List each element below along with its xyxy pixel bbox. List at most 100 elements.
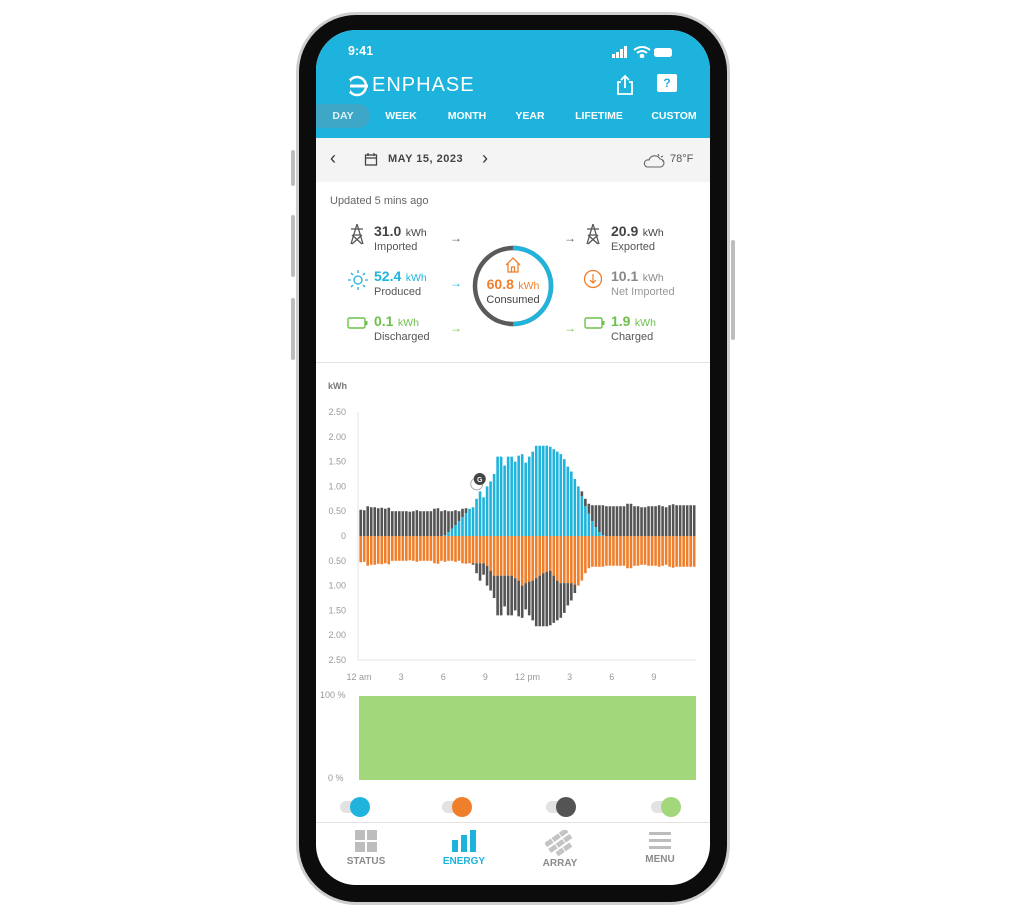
tab-day[interactable]: DAY	[316, 104, 370, 128]
consumed-bar	[510, 536, 513, 576]
imported-bar	[601, 505, 605, 536]
tab-year[interactable]: YEAR	[510, 104, 550, 128]
consumed-bar	[605, 536, 608, 566]
consumed-bar	[531, 536, 535, 581]
tab-lifetime[interactable]: LIFETIME	[572, 104, 626, 128]
phone-side-button	[731, 240, 735, 340]
phone-side-button	[291, 150, 295, 186]
help-icon[interactable]: ?	[657, 74, 677, 92]
selected-date[interactable]: MAY 15, 2023	[388, 153, 463, 165]
imported-unit: kWh	[405, 227, 427, 239]
imported-bar	[461, 508, 464, 518]
imported-bar	[626, 503, 629, 536]
imported-bar	[594, 505, 598, 528]
produced-bar	[548, 446, 552, 536]
imported-bar	[401, 511, 405, 536]
imported-bar	[387, 507, 391, 536]
imported-stat: 31.0 kWh Imported	[374, 223, 427, 253]
consumed-bar	[485, 536, 489, 566]
imported-bar	[359, 509, 363, 536]
nav-array[interactable]: ARRAY	[520, 830, 600, 869]
consumed-bar	[664, 536, 668, 565]
grid-tower-icon	[586, 223, 600, 245]
produced-unit: kWh	[405, 272, 427, 284]
imported-bar	[675, 505, 678, 536]
imported-bar	[587, 503, 591, 514]
next-date-button[interactable]: ›	[482, 148, 488, 169]
tab-week[interactable]: WEEK	[378, 104, 424, 128]
battery-chart	[359, 696, 696, 780]
toggle-grid[interactable]	[546, 797, 576, 817]
nav-menu[interactable]: MENU	[620, 830, 700, 865]
consumed-bar	[450, 536, 454, 561]
imported-bar	[412, 511, 415, 536]
exported-bar	[503, 575, 506, 607]
imported-bar	[450, 511, 454, 529]
arrow-icon: →	[450, 321, 462, 335]
imported-bar	[689, 505, 692, 536]
imported-bar	[419, 511, 422, 536]
exported-bar	[478, 563, 482, 581]
produced-bar	[552, 449, 556, 536]
produced-bar	[527, 456, 531, 536]
imported-bar	[685, 505, 689, 536]
imported-bar	[619, 506, 622, 536]
consumed-bar	[366, 536, 370, 566]
imported-bar	[612, 506, 615, 536]
consumed-bar	[555, 536, 559, 581]
consumed-bar	[401, 536, 405, 561]
produced-label: Produced	[374, 286, 422, 298]
status-icons	[612, 46, 672, 58]
imported-bar	[664, 507, 668, 536]
arrow-icon: →	[450, 276, 462, 290]
net-imported-unit: kWh	[642, 272, 664, 284]
exported-bar	[541, 573, 545, 627]
consumed-bar	[573, 536, 577, 585]
nav-status-label: STATUS	[346, 856, 386, 867]
produced-bar	[447, 532, 450, 536]
x-tick-label: 9	[651, 672, 656, 682]
consumed-bar	[478, 536, 482, 564]
consumed-bar	[440, 536, 443, 561]
energy-chart[interactable]: 2.50 2.00 1.50 1.00 0.50 0 0.50 1.00 1.50 2.00 2.5…	[316, 370, 710, 690]
tab-month[interactable]: MONTH	[441, 104, 493, 128]
imported-bar	[390, 511, 394, 536]
consumed-bar	[499, 536, 503, 576]
consumed-bar	[692, 536, 696, 567]
imported-bar	[440, 511, 443, 536]
produced-bar	[506, 456, 510, 536]
consumed-bar	[534, 536, 538, 579]
nav-status[interactable]: STATUS	[326, 830, 406, 867]
exported-bar	[492, 575, 496, 598]
consumed-bar	[548, 536, 552, 571]
produced-bar	[577, 486, 580, 536]
produced-bar	[499, 456, 503, 536]
generator-marker-label: G	[477, 477, 483, 484]
tab-custom[interactable]: CUSTOM	[650, 104, 698, 128]
charged-stat: 1.9 kWh Charged	[611, 313, 656, 343]
exported-bar	[534, 578, 538, 627]
brand-name: ENPHASE	[372, 74, 475, 96]
consumed-bar	[527, 536, 531, 582]
produced-bar	[520, 454, 524, 536]
toggle-battery[interactable]	[651, 797, 681, 817]
consumed-bar	[559, 536, 563, 584]
produced-bar	[570, 471, 573, 536]
enphase-logo-icon	[346, 75, 368, 96]
consumed-bar	[520, 536, 524, 586]
consumed-bar	[552, 536, 556, 576]
produced-value: 52.4	[374, 268, 402, 284]
consumed-bar	[362, 536, 366, 562]
prev-date-button[interactable]: ‹	[330, 148, 336, 169]
produced-bar	[489, 481, 492, 536]
calendar-icon[interactable]	[364, 152, 378, 166]
toggle-consumed[interactable]	[442, 797, 472, 817]
nav-energy[interactable]: ENERGY	[424, 830, 504, 867]
imported-bar	[682, 505, 685, 536]
consumed-bar	[383, 536, 387, 564]
exported-label: Exported	[611, 241, 656, 253]
energy-bars-icon	[452, 830, 476, 852]
share-icon[interactable]	[613, 73, 637, 97]
toggle-produced[interactable]	[340, 797, 370, 817]
imported-bar	[657, 505, 661, 536]
